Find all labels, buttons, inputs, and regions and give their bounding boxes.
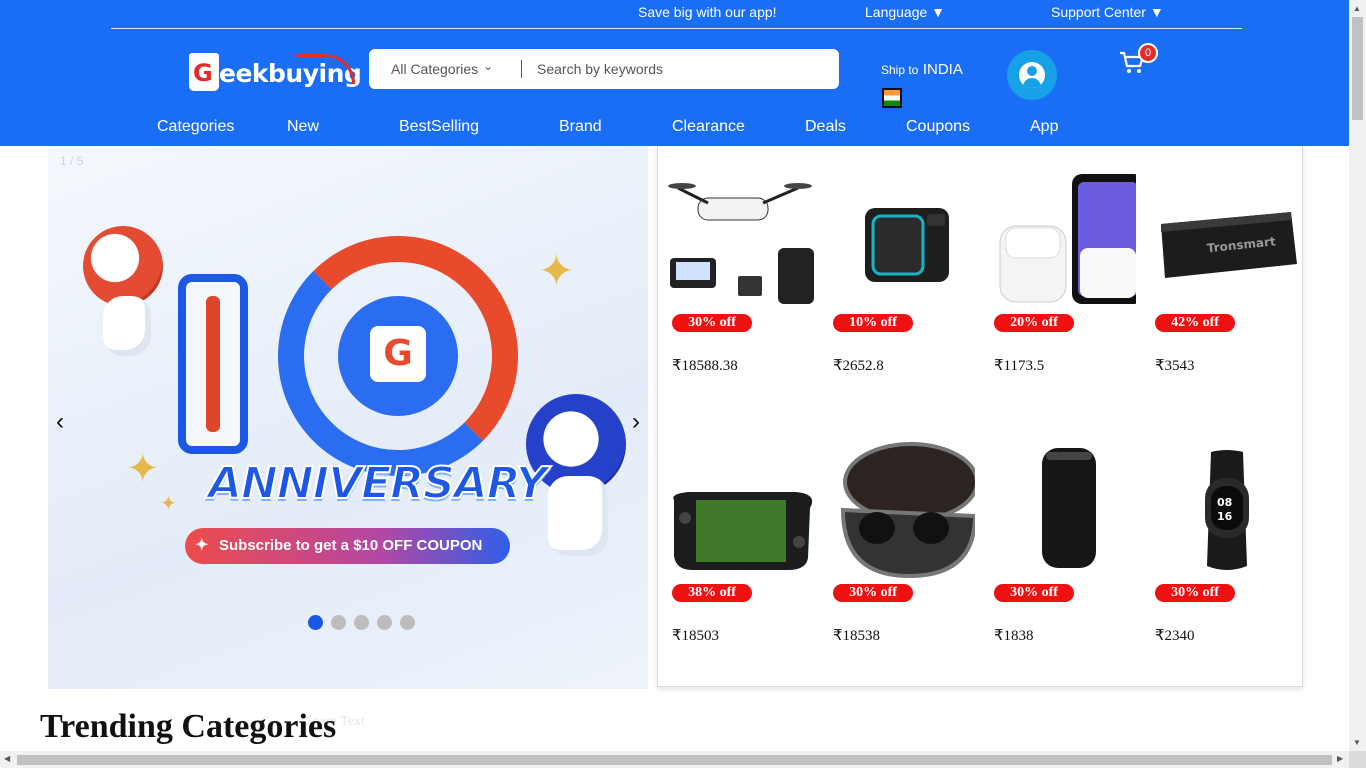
nav-coupons[interactable]: Coupons [906, 118, 970, 136]
scroll-down-arrow-icon[interactable]: ▼ [1353, 738, 1361, 747]
product-price: ₹18538 [833, 628, 881, 644]
product-card[interactable]: 20% off ₹1173.5 [984, 146, 1138, 386]
pagination-dot[interactable] [354, 615, 369, 630]
discount-badge: 20% off [994, 314, 1074, 332]
product-card[interactable]: Tronsmart 42% off ₹3543 [1145, 146, 1299, 386]
sparkle-star-icon: ✦ [160, 493, 177, 515]
search-divider [521, 60, 522, 78]
scrollbar-corner [1349, 751, 1366, 768]
discount-badge: 30% off [994, 584, 1074, 602]
tronsmart-speaker-product-image: Tronsmart [1151, 168, 1297, 308]
support-center-dropdown[interactable]: Support Center ▼ [1051, 4, 1164, 20]
product-price: ₹2340 [1155, 628, 1195, 644]
ship-to-label: Ship to [881, 63, 919, 77]
product-price: ₹1173.5 [994, 358, 1045, 374]
astronaut-blue-body-image [548, 476, 608, 556]
pagination-dot[interactable] [377, 615, 392, 630]
nav-categories[interactable]: Categories [157, 118, 234, 136]
product-price: ₹1838 [994, 628, 1034, 644]
product-card[interactable]: 30% off ₹1838 [984, 416, 1138, 656]
banner-carousel[interactable]: 1 / 5 G ✦ ✦ ✦ ANNIVERSARY Subscribe to g… [48, 146, 648, 689]
subscribe-coupon-button[interactable]: Subscribe to get a $10 OFF COUPON [185, 528, 510, 564]
discount-badge: 10% off [833, 314, 913, 332]
category-select[interactable]: All Categories [391, 61, 478, 77]
nav-clearance[interactable]: Clearance [672, 118, 745, 136]
product-grid: 30% off ₹18588.38 10% off ₹2652.8 20% of… [657, 146, 1303, 687]
discount-badge: 38% off [672, 584, 752, 602]
pagination-dot[interactable] [331, 615, 346, 630]
carousel-prev-arrow[interactable]: ‹ [56, 408, 64, 436]
banner-headline: ANNIVERSARY [207, 457, 549, 510]
earbuds-phone-product-image [990, 168, 1136, 308]
top-bar: Save big with our app! Language ▼ Suppor… [111, 0, 1242, 29]
number-one-graphic [178, 274, 248, 454]
product-card[interactable]: 10% off ₹2652.8 [823, 146, 977, 386]
product-card[interactable]: 30% off ₹18538 [823, 416, 977, 656]
smart-band-product-image: 08 16 [1151, 438, 1297, 578]
app-promo-link[interactable]: Save big with our app! [638, 4, 777, 20]
language-dropdown[interactable]: Language ▼ [865, 4, 945, 20]
nav-app[interactable]: App [1030, 118, 1058, 136]
product-price: ₹3543 [1155, 358, 1195, 374]
nav-bestselling[interactable]: BestSelling [399, 118, 479, 136]
trending-categories-heading: Trending Categories [40, 708, 337, 745]
astronaut-red-helmet-image [83, 226, 163, 306]
ship-to[interactable]: Ship to INDIA [881, 61, 963, 79]
tws-earbuds-product-image [829, 438, 975, 578]
product-card[interactable]: 30% off ₹18588.38 [662, 146, 816, 386]
user-account-icon[interactable] [1007, 50, 1057, 100]
site-header: Save big with our app! Language ▼ Suppor… [0, 0, 1349, 146]
svg-text:16: 16 [1217, 510, 1233, 523]
product-card[interactable]: 38% off ₹18503 [662, 416, 816, 656]
search-input[interactable] [529, 57, 819, 81]
product-price: ₹2652.8 [833, 358, 884, 374]
cart-count-badge: 0 [1138, 43, 1158, 63]
product-price: ₹18503 [672, 628, 720, 644]
vertical-scrollbar[interactable]: ▲ ▼ [1349, 0, 1366, 751]
discount-badge: 30% off [672, 314, 752, 332]
geekbuying-logo[interactable]: G eekbuying [189, 50, 362, 94]
india-flag-icon[interactable] [882, 88, 902, 108]
slide-counter: 1 / 5 [60, 154, 84, 168]
chevron-down-icon[interactable]: ⌄ [483, 59, 493, 73]
product-card[interactable]: 08 16 30% off ₹2340 [1145, 416, 1299, 656]
center-badge-graphic: G [338, 296, 458, 416]
handheld-pc-product-image [668, 438, 814, 578]
pagination-dot-active[interactable] [308, 615, 323, 630]
sparkle-star-icon: ✦ [538, 247, 575, 296]
nav-new[interactable]: New [287, 118, 319, 136]
horizontal-scroll-thumb[interactable] [17, 755, 1332, 765]
page: Save big with our app! Language ▼ Suppor… [0, 0, 1366, 768]
product-price: ₹18588.38 [672, 358, 738, 374]
astronaut-red-body-image [103, 296, 151, 356]
pagination-dot[interactable] [400, 615, 415, 630]
discount-badge: 30% off [1155, 584, 1235, 602]
discount-badge: 30% off [833, 584, 913, 602]
nav-brand[interactable]: Brand [559, 118, 602, 136]
cylinder-speaker-product-image [990, 438, 1136, 578]
scroll-right-arrow-icon[interactable]: ▶ [1337, 754, 1343, 763]
svg-text:08: 08 [1217, 496, 1232, 509]
scroll-up-arrow-icon[interactable]: ▲ [1353, 4, 1361, 13]
shopping-bag-logo-icon: G [189, 53, 219, 91]
vertical-scroll-thumb[interactable] [1352, 17, 1363, 120]
carousel-pagination [308, 615, 423, 635]
nav-deals[interactable]: Deals [805, 118, 846, 136]
geekbuying-badge-icon: G [370, 326, 426, 382]
horizontal-scrollbar[interactable]: ◀ ▶ [0, 751, 1349, 768]
sparkle-star-icon: ✦ [126, 447, 160, 491]
speaker-product-image [829, 168, 975, 308]
discount-badge: 42% off [1155, 314, 1235, 332]
search-bar: All Categories ⌄ [369, 49, 839, 89]
carousel-next-arrow[interactable]: › [632, 408, 640, 436]
scroll-left-arrow-icon[interactable]: ◀ [4, 754, 10, 763]
drone-product-image [668, 168, 814, 308]
ship-to-country: INDIA [922, 61, 963, 78]
